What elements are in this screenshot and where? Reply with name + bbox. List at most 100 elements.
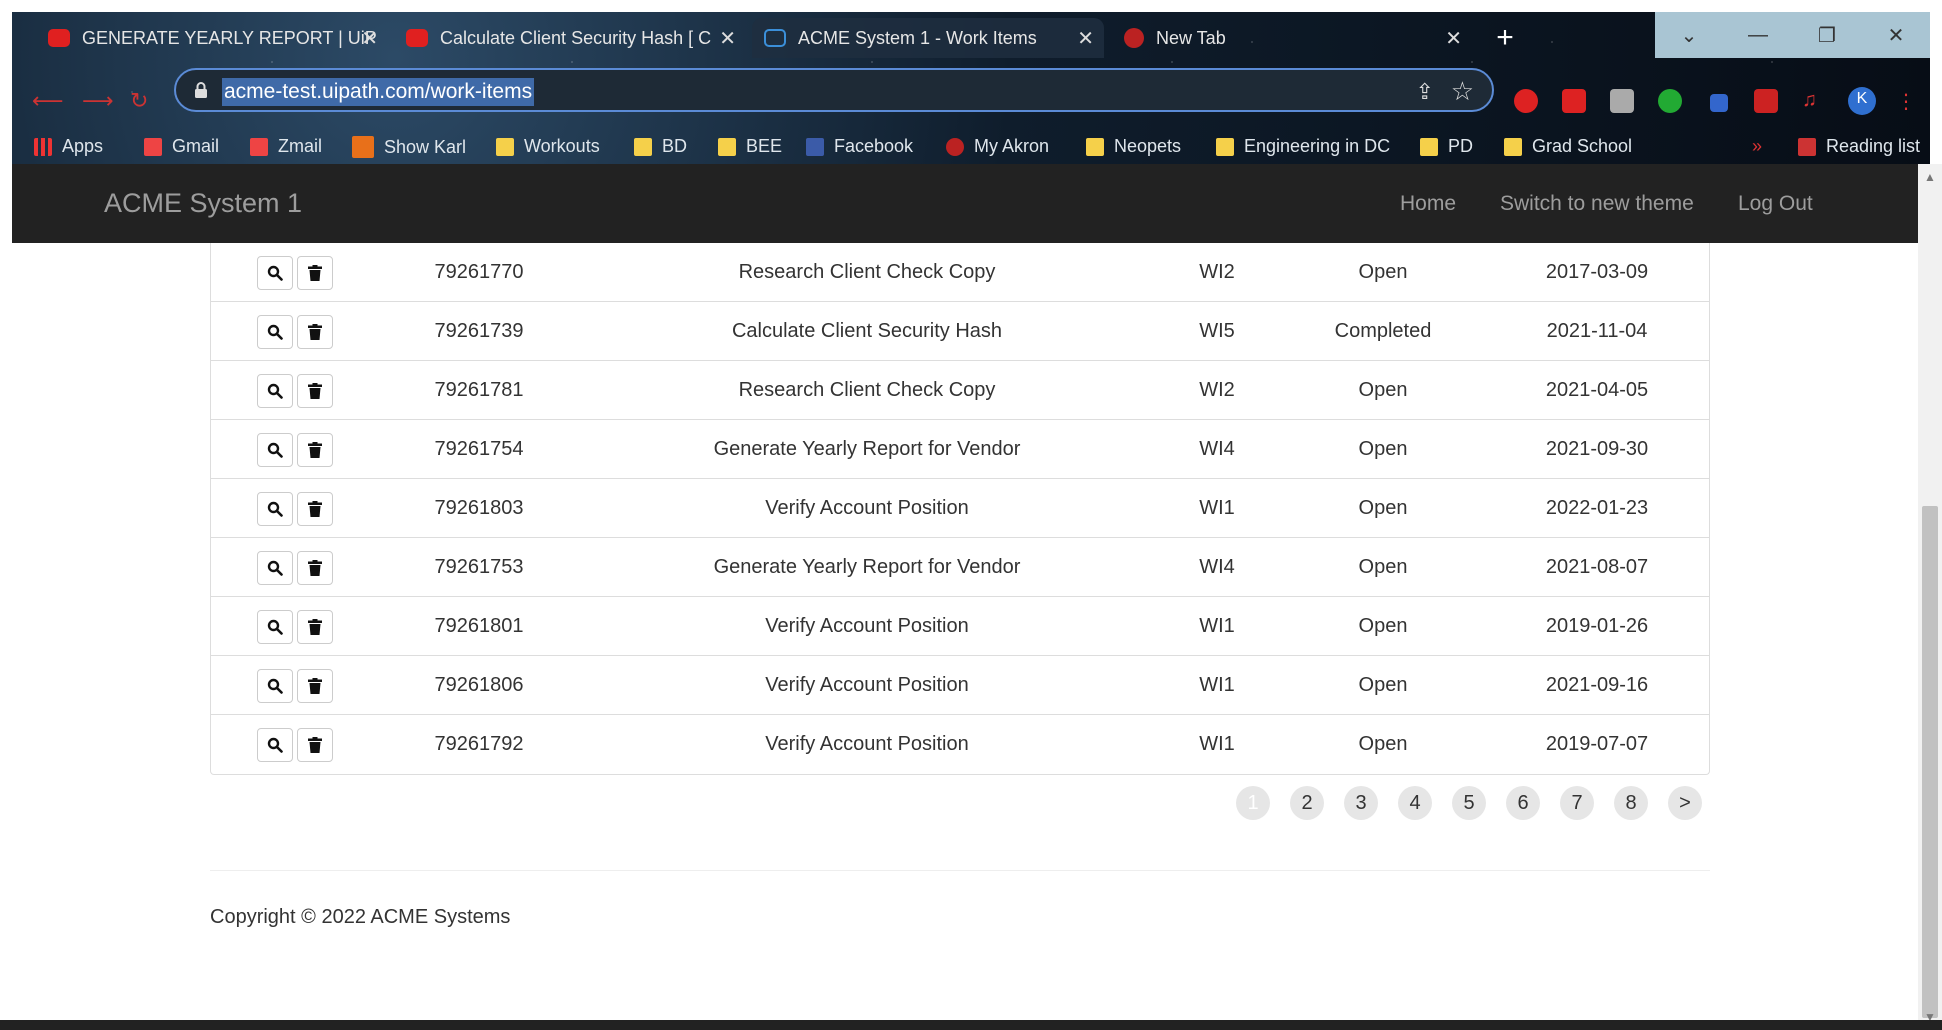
delete-button[interactable] xyxy=(297,256,333,290)
media-icon[interactable]: ♫ xyxy=(1802,89,1826,113)
search-icon xyxy=(267,619,283,635)
share-icon[interactable]: ⇪ xyxy=(1416,79,1434,105)
view-button[interactable] xyxy=(257,728,293,762)
cell-status: Completed xyxy=(1334,320,1432,342)
next-page-button[interactable]: > xyxy=(1668,786,1702,820)
bookmark-gmail[interactable]: Gmail xyxy=(144,136,219,157)
close-tab-icon[interactable]: ✕ xyxy=(719,26,736,51)
bookmark-show-karl[interactable]: Show Karl xyxy=(352,136,466,158)
view-button[interactable] xyxy=(257,374,293,408)
page-3-button[interactable]: 3 xyxy=(1344,786,1378,820)
reading-list-button[interactable]: Reading list xyxy=(1798,136,1920,157)
page-8-button[interactable]: 8 xyxy=(1614,786,1648,820)
restore-icon[interactable]: ❐ xyxy=(1793,12,1861,58)
address-bar[interactable]: acme-test.uipath.com/work-items ⇪ ☆ xyxy=(174,68,1494,112)
close-window-icon[interactable]: ✕ xyxy=(1862,12,1930,58)
extension-icon[interactable] xyxy=(1710,94,1728,112)
delete-button[interactable] xyxy=(297,374,333,408)
bookmark-neopets[interactable]: Neopets xyxy=(1086,136,1181,157)
view-button[interactable] xyxy=(257,256,293,290)
url-text[interactable]: acme-test.uipath.com/work-items xyxy=(222,78,535,106)
scrollbar-thumb[interactable] xyxy=(1922,506,1938,1018)
bookmark-star-icon[interactable]: ☆ xyxy=(1451,76,1474,107)
delete-button[interactable] xyxy=(297,610,333,644)
etsy-icon xyxy=(352,136,374,158)
view-button[interactable] xyxy=(257,610,293,644)
adblock-icon[interactable] xyxy=(1514,89,1538,113)
view-button[interactable] xyxy=(257,433,293,467)
delete-button[interactable] xyxy=(297,669,333,703)
view-button[interactable] xyxy=(257,315,293,349)
puzzle-icon[interactable] xyxy=(1754,89,1778,113)
delete-button[interactable] xyxy=(297,728,333,762)
bookmark-label: PD xyxy=(1448,136,1474,156)
browser-tab-2[interactable]: Calculate Client Security Hash [ C ✕ xyxy=(394,18,746,58)
bookmark-pd[interactable]: PD xyxy=(1420,136,1473,157)
profile-avatar[interactable]: K xyxy=(1848,87,1876,115)
minimize-icon[interactable]: — xyxy=(1724,12,1792,58)
page-6-button[interactable]: 6 xyxy=(1506,786,1540,820)
more-bookmarks-button[interactable]: » xyxy=(1752,136,1762,157)
page-7-button[interactable]: 7 xyxy=(1560,786,1594,820)
delete-button[interactable] xyxy=(297,551,333,585)
delete-button[interactable] xyxy=(297,433,333,467)
cell-date: 2021-11-04 xyxy=(1546,320,1648,342)
trash-icon xyxy=(308,383,322,399)
page-2-button[interactable]: 2 xyxy=(1290,786,1324,820)
reload-icon[interactable]: ↻ xyxy=(130,88,148,114)
bookmark-bee[interactable]: BEE xyxy=(718,136,782,157)
brand-link[interactable]: ACME System 1 xyxy=(104,188,302,219)
cell-type: WI4 xyxy=(1199,556,1235,578)
page-5-button[interactable]: 5 xyxy=(1452,786,1486,820)
cell-type: WI1 xyxy=(1199,615,1235,637)
table-row: 79261792 Verify Account Position WI1 Open 20… xyxy=(211,715,1709,774)
cell-id: 79261739 xyxy=(434,320,524,342)
extension-icon[interactable] xyxy=(1610,89,1634,113)
view-button[interactable] xyxy=(257,492,293,526)
page-4-button[interactable]: 4 xyxy=(1398,786,1432,820)
bookmark-grad-school[interactable]: Grad School xyxy=(1504,136,1632,157)
bookmark-apps[interactable]: Apps xyxy=(34,136,103,157)
bookmark-engineering-in-dc[interactable]: Engineering in DC xyxy=(1216,136,1390,157)
extension-icon[interactable] xyxy=(1562,89,1586,113)
view-button[interactable] xyxy=(257,669,293,703)
bookmark-workouts[interactable]: Workouts xyxy=(496,136,600,157)
cell-status: Open xyxy=(1358,261,1408,283)
page-scrollbar[interactable]: ▲ ▼ xyxy=(1918,164,1942,1030)
search-icon xyxy=(267,442,283,458)
back-icon[interactable]: ⟵ xyxy=(32,88,64,114)
nav-home[interactable]: Home xyxy=(1400,192,1456,216)
forward-icon[interactable]: ⟶ xyxy=(82,88,114,114)
nav-log-out[interactable]: Log Out xyxy=(1738,192,1813,216)
bookmark-bd[interactable]: BD xyxy=(634,136,687,157)
bookmark-my-akron[interactable]: My Akron xyxy=(946,136,1049,157)
cell-date: 2022-01-23 xyxy=(1545,497,1649,519)
folder-icon xyxy=(1504,137,1522,156)
cell-id: 79261801 xyxy=(434,615,524,637)
view-button[interactable] xyxy=(257,551,293,585)
bookmark-label: Grad School xyxy=(1532,136,1633,156)
delete-button[interactable] xyxy=(297,315,333,349)
menu-icon[interactable]: ⋮ xyxy=(1896,89,1920,113)
extension-icon[interactable] xyxy=(1658,89,1682,113)
close-tab-icon[interactable]: ✕ xyxy=(1445,26,1462,51)
bookmark-facebook[interactable]: Facebook xyxy=(806,136,913,157)
apps-grid-icon xyxy=(34,137,52,156)
browser-tab-1[interactable]: GENERATE YEARLY REPORT | UiP ✕ xyxy=(36,18,388,58)
bookmark-label: BEE xyxy=(746,136,783,156)
browser-tab-4[interactable]: New Tab ✕ xyxy=(1112,18,1472,58)
lock-icon xyxy=(195,82,207,98)
cell-id: 79261781 xyxy=(434,379,524,401)
cell-type: WI2 xyxy=(1199,261,1235,283)
tab-search-icon[interactable]: ⌄ xyxy=(1655,12,1723,58)
page-1-button[interactable]: 1 xyxy=(1236,786,1270,820)
browser-tab-3[interactable]: ACME System 1 - Work Items ✕ xyxy=(752,18,1104,58)
bookmark-zmail[interactable]: Zmail xyxy=(250,136,322,157)
new-tab-button[interactable]: + xyxy=(1490,23,1520,54)
nav-switch-theme[interactable]: Switch to new theme xyxy=(1500,192,1694,216)
scroll-up-icon[interactable]: ▲ xyxy=(1924,170,1936,184)
delete-button[interactable] xyxy=(297,492,333,526)
close-tab-icon[interactable]: ✕ xyxy=(1077,26,1094,51)
table-row: 79261753 Generate Yearly Report for Vendo… xyxy=(211,538,1709,597)
close-tab-icon[interactable]: ✕ xyxy=(361,26,378,51)
